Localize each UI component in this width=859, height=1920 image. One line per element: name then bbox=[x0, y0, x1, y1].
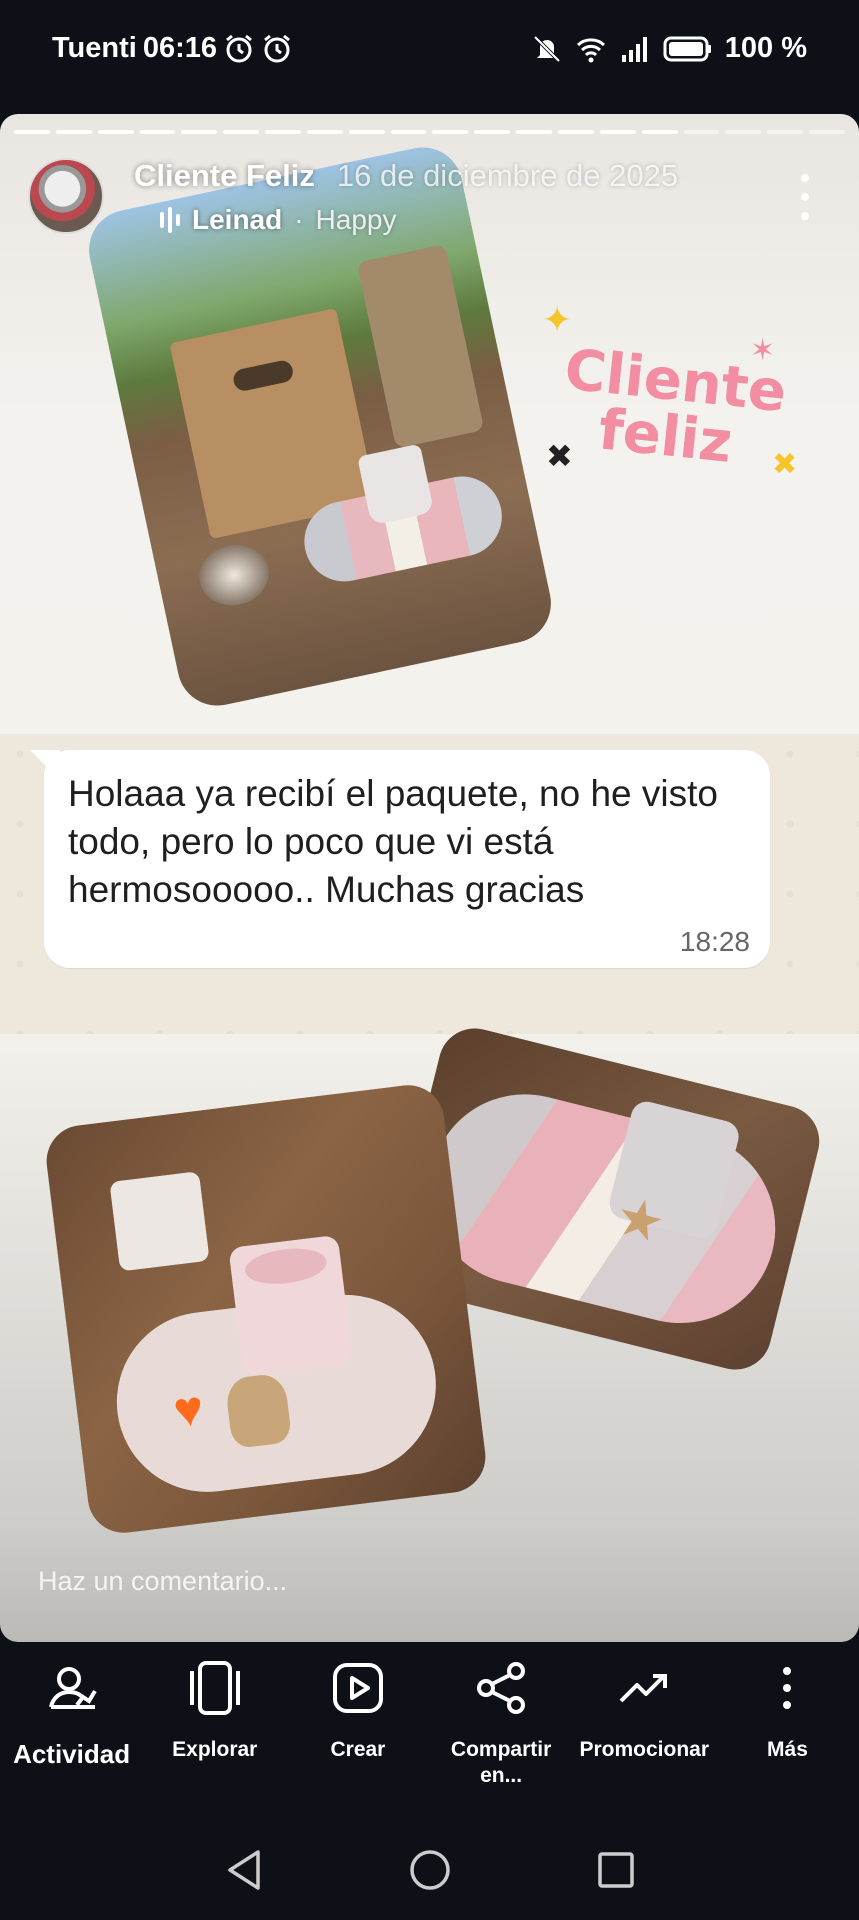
battery-level: 100 % bbox=[724, 32, 807, 64]
progress-segment bbox=[139, 130, 176, 134]
alarm-icon bbox=[226, 34, 252, 62]
chat-screenshot: Holaaa ya recibí el paquete, no he visto… bbox=[0, 734, 859, 1034]
alarm-icon bbox=[264, 34, 290, 62]
explore-icon bbox=[184, 1657, 246, 1719]
progress-segment bbox=[97, 130, 134, 134]
share-button[interactable]: Compartir en... bbox=[430, 1645, 573, 1795]
progress-segment bbox=[223, 130, 260, 134]
progress-segment bbox=[767, 130, 804, 134]
sparkle-icon: ✖ bbox=[546, 438, 573, 474]
chat-time: 18:28 bbox=[679, 926, 750, 957]
activity-label: Actividad bbox=[13, 1739, 131, 1769]
story-progress bbox=[14, 130, 845, 134]
chat-message: Holaaa ya recibí el paquete, no he visto… bbox=[68, 773, 718, 910]
progress-segment bbox=[390, 130, 427, 134]
music-bars-icon bbox=[160, 207, 180, 233]
sparkle-icon: ✶ bbox=[750, 334, 776, 367]
progress-segment bbox=[55, 130, 92, 134]
recents-icon[interactable] bbox=[592, 1846, 640, 1894]
create-label: Crear bbox=[330, 1738, 386, 1761]
more-button[interactable]: Más bbox=[716, 1645, 859, 1795]
author-name[interactable]: Cliente Feliz bbox=[134, 158, 315, 194]
progress-segment bbox=[599, 130, 636, 134]
more-label: Más bbox=[767, 1738, 808, 1761]
back-icon[interactable] bbox=[220, 1846, 268, 1894]
progress-segment bbox=[683, 130, 720, 134]
progress-segment bbox=[557, 130, 594, 134]
signal-icon bbox=[621, 36, 647, 62]
clock: 06:16 bbox=[142, 32, 218, 64]
music-info[interactable]: Leinad · Happy bbox=[160, 204, 397, 236]
sparkle-icon: ✖ bbox=[772, 448, 798, 481]
activity-icon bbox=[41, 1657, 103, 1719]
promote-button[interactable]: Promocionar bbox=[573, 1645, 716, 1795]
progress-segment bbox=[348, 130, 385, 134]
progress-segment bbox=[432, 130, 469, 134]
mute-icon bbox=[533, 35, 561, 62]
share-label: Compartir en... bbox=[450, 1738, 552, 1787]
music-artist: Leinad bbox=[192, 204, 283, 235]
story-action-bar: Actividad Explorar Crear Compartir en...… bbox=[0, 1645, 859, 1795]
sparkle-icon: ✦ bbox=[542, 299, 573, 340]
progress-segment bbox=[809, 130, 845, 134]
heart-icon: ♥ bbox=[170, 1379, 207, 1439]
status-bar: Tuenti 06:16 100 % bbox=[0, 0, 859, 110]
progress-segment bbox=[641, 130, 678, 134]
more-icon bbox=[756, 1657, 818, 1719]
explore-label: Explorar bbox=[172, 1738, 258, 1761]
progress-segment bbox=[474, 130, 511, 134]
progress-segment bbox=[14, 130, 50, 134]
story-photo-pink-cup: ♥ bbox=[42, 1081, 490, 1537]
story-date: 16 de diciembre de 2025 bbox=[336, 158, 679, 193]
create-icon bbox=[327, 1657, 389, 1719]
story-more-icon[interactable] bbox=[799, 174, 811, 220]
progress-segment bbox=[306, 130, 343, 134]
promote-label: Promocionar bbox=[579, 1738, 710, 1761]
home-icon[interactable] bbox=[406, 1846, 454, 1894]
explore-button[interactable]: Explorar bbox=[143, 1645, 286, 1795]
create-button[interactable]: Crear bbox=[286, 1645, 429, 1795]
progress-segment bbox=[725, 130, 762, 134]
progress-segment bbox=[181, 130, 218, 134]
progress-segment bbox=[265, 130, 301, 134]
wifi-icon bbox=[576, 37, 605, 62]
story-viewer[interactable]: Cliente feliz ✦ ✶ ✖ ✖ Holaaa ya recibí e… bbox=[0, 114, 859, 1642]
system-nav-bar bbox=[0, 1820, 859, 1920]
promote-icon bbox=[613, 1657, 675, 1719]
chat-bubble: Holaaa ya recibí el paquete, no he visto… bbox=[44, 750, 770, 968]
music-song: Happy bbox=[315, 204, 397, 235]
carrier-label: Tuenti bbox=[52, 32, 137, 64]
activity-button[interactable]: Actividad bbox=[0, 1645, 143, 1795]
music-separator: · bbox=[294, 204, 304, 235]
comment-input[interactable]: Haz un comentario... bbox=[38, 1566, 287, 1597]
share-icon bbox=[470, 1657, 532, 1719]
progress-segment bbox=[516, 130, 552, 134]
battery-icon bbox=[663, 36, 711, 61]
avatar[interactable] bbox=[28, 158, 104, 234]
